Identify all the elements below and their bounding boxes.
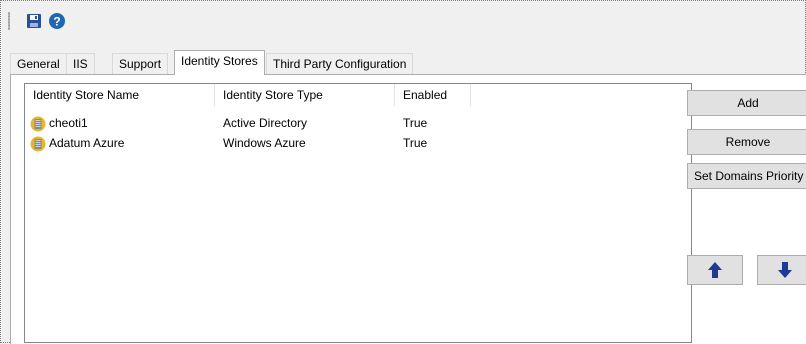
column-header-enabled[interactable]: Enabled — [395, 84, 471, 106]
identity-store-type: Active Directory — [223, 116, 308, 130]
remove-button[interactable]: Remove — [687, 129, 806, 155]
svg-text:?: ? — [53, 15, 60, 29]
tab-general[interactable]: General — [10, 53, 67, 74]
tab-support[interactable]: Support — [112, 53, 169, 74]
identity-store-type: Windows Azure — [223, 136, 306, 150]
list-item[interactable]: Adatum Azure Windows Azure True — [25, 135, 691, 152]
move-up-button[interactable] — [687, 255, 743, 285]
help-button[interactable]: ? — [46, 10, 68, 32]
arrow-down-icon — [778, 262, 792, 278]
tab-identity-stores[interactable]: Identity Stores — [174, 50, 265, 75]
identity-store-list[interactable]: Identity Store Name Identity Store Type … — [24, 83, 692, 343]
identity-store-name-cell: Adatum Azure — [30, 135, 124, 152]
identity-store-icon — [30, 116, 46, 131]
identity-stores-panel: Identity Store Name Identity Store Type … — [10, 74, 806, 344]
set-domains-priority-button[interactable]: Set Domains Priority — [687, 163, 806, 189]
identity-store-name-cell: cheoti1 — [30, 115, 88, 132]
identity-store-name: cheoti1 — [49, 116, 88, 130]
arrow-up-icon — [708, 262, 722, 278]
identity-store-enabled: True — [403, 116, 428, 130]
toolbar-grip[interactable] — [8, 12, 10, 30]
list-item[interactable]: cheoti1 Active Directory True — [25, 115, 691, 132]
add-button[interactable]: Add — [687, 90, 806, 116]
identity-store-name: Adatum Azure — [49, 136, 125, 150]
move-down-button[interactable] — [757, 255, 806, 285]
identity-store-enabled: True — [403, 136, 428, 150]
tab-strip: General IIS Support Identity Stores Thir… — [10, 50, 430, 75]
identity-store-icon — [30, 136, 46, 151]
column-header-type[interactable]: Identity Store Type — [215, 84, 395, 106]
column-header-name[interactable]: Identity Store Name — [25, 84, 215, 106]
save-icon — [27, 14, 41, 28]
save-button[interactable] — [23, 10, 45, 32]
list-header: Identity Store Name Identity Store Type … — [25, 84, 691, 106]
tab-third-party-configuration[interactable]: Third Party Configuration — [266, 53, 414, 74]
help-icon: ? — [49, 13, 65, 29]
tab-iis[interactable]: IIS — [66, 53, 95, 74]
